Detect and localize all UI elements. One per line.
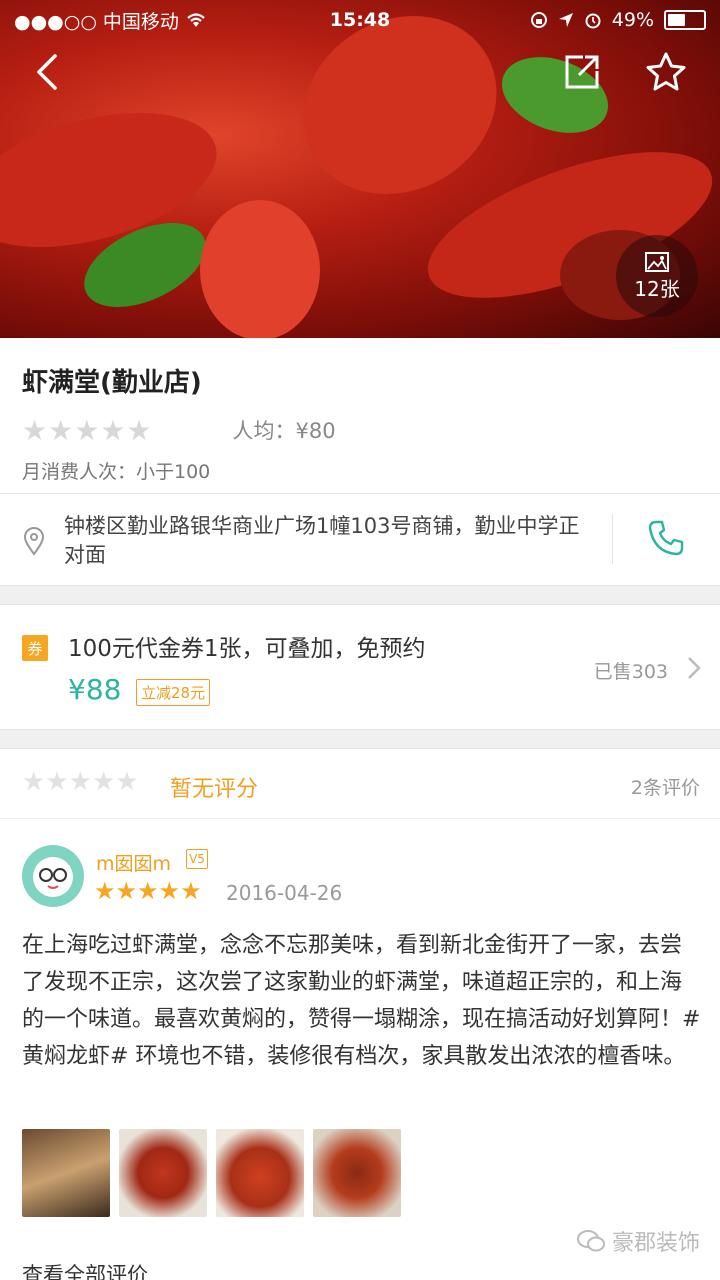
- rating-star: ★: [68, 767, 92, 797]
- deal-title: 100元代金券1张，可叠加，免预约: [68, 636, 426, 662]
- coupon-badge: 券: [22, 635, 48, 661]
- clock: 15:48: [329, 9, 391, 31]
- photo-count-label: 12张: [634, 276, 680, 301]
- shop-info: 虾满堂(勤业店) ★★★★★ 人均：¥80 月消费人次：小于100: [0, 338, 720, 493]
- rating-star: ★: [22, 767, 46, 797]
- address-text: 钟楼区勤业路银华商业广场1幢103号商铺，勤业中学正对面: [64, 514, 580, 567]
- review-text: 在上海吃过虾满堂，念念不忘那美味，看到新北金街开了一家，去尝了发现不正宗，这次尝…: [22, 933, 701, 1069]
- avatar[interactable]: [22, 845, 84, 907]
- rating-star: ★: [115, 767, 139, 797]
- avg-price: 人均：¥80: [232, 419, 336, 443]
- rating-star: ★: [22, 413, 49, 447]
- rating-star: ★: [91, 767, 116, 797]
- avatar-face-icon: [33, 857, 73, 897]
- review-photo-thumb[interactable]: [313, 1129, 401, 1217]
- review-photo-thumb[interactable]: [22, 1129, 110, 1217]
- battery-icon: [664, 10, 706, 30]
- share-icon: [565, 55, 599, 89]
- review-user-stars: ★★★★★: [94, 877, 202, 905]
- review-photo-thumb[interactable]: [119, 1129, 207, 1217]
- review-summary-stars: ★★★★★: [22, 767, 139, 797]
- watermark-text: 豪郡装饰: [611, 1231, 700, 1256]
- review-count: 2条评价: [630, 777, 700, 799]
- shop-name: 虾满堂(勤业店): [22, 368, 202, 398]
- watermark: 豪郡装饰: [576, 1225, 700, 1257]
- wechat-icon: [576, 1230, 605, 1252]
- address-row[interactable]: 钟楼区勤业路银华商业广场1幢103号商铺，勤业中学正对面: [0, 493, 720, 586]
- rating-star: ★: [115, 877, 138, 905]
- star-outline-icon: [646, 52, 686, 91]
- review-summary-label: 暂无评分: [170, 777, 259, 802]
- deal-discount-tag: 立减28元: [136, 679, 211, 706]
- rating-star: ★: [126, 413, 153, 447]
- favorite-button[interactable]: [642, 48, 690, 96]
- rating-star: ★: [94, 877, 116, 905]
- divider: [612, 514, 613, 564]
- vip-badge: V5: [186, 849, 208, 869]
- rating-star: ★: [74, 413, 101, 447]
- rating-star: ★: [137, 877, 159, 905]
- chevron-right-icon: [688, 657, 701, 679]
- view-all-reviews-link[interactable]: 查看全部评价: [22, 1259, 148, 1280]
- rating-star: ★: [180, 877, 202, 905]
- rating-star: ★: [45, 767, 69, 797]
- status-bar: ●●●○○ 中国移动 15:48 49%: [0, 0, 720, 40]
- share-button[interactable]: [558, 48, 606, 96]
- reviews-header[interactable]: ★★★★★ 暂无评分 2条评价: [0, 749, 720, 819]
- phone-icon[interactable]: [646, 518, 686, 558]
- photo-count-button[interactable]: 12张: [616, 235, 698, 317]
- deal-sold-count: 已售303: [593, 661, 668, 683]
- back-arrow-icon: [37, 54, 57, 90]
- review-date: 2016-04-26: [226, 881, 343, 905]
- shop-rating-stars: ★★★★★: [22, 414, 153, 447]
- image-icon: [645, 251, 669, 272]
- hero-photo[interactable]: ●●●○○ 中国移动 15:48 49% 12张: [0, 0, 720, 338]
- rating-star: ★: [158, 877, 181, 905]
- reviews-section: ★★★★★ 暂无评分 2条评价 m囡囡m V5 ★★★★★ 2016-04-26…: [0, 748, 720, 1280]
- deal-price: ¥88: [68, 673, 122, 706]
- location-pin-icon: [23, 527, 45, 556]
- back-button[interactable]: [24, 48, 72, 96]
- monthly-visits: 月消费人次：小于100: [22, 461, 211, 483]
- review-user-name[interactable]: m囡囡m: [96, 849, 171, 876]
- review-photo-thumb[interactable]: [216, 1129, 304, 1217]
- review-photos: [22, 1129, 401, 1217]
- rating-star: ★: [100, 413, 127, 447]
- rating-star: ★: [48, 413, 75, 447]
- deal-card[interactable]: 券 100元代金券1张，可叠加，免预约 ¥88 立减28元 已售303: [0, 604, 720, 730]
